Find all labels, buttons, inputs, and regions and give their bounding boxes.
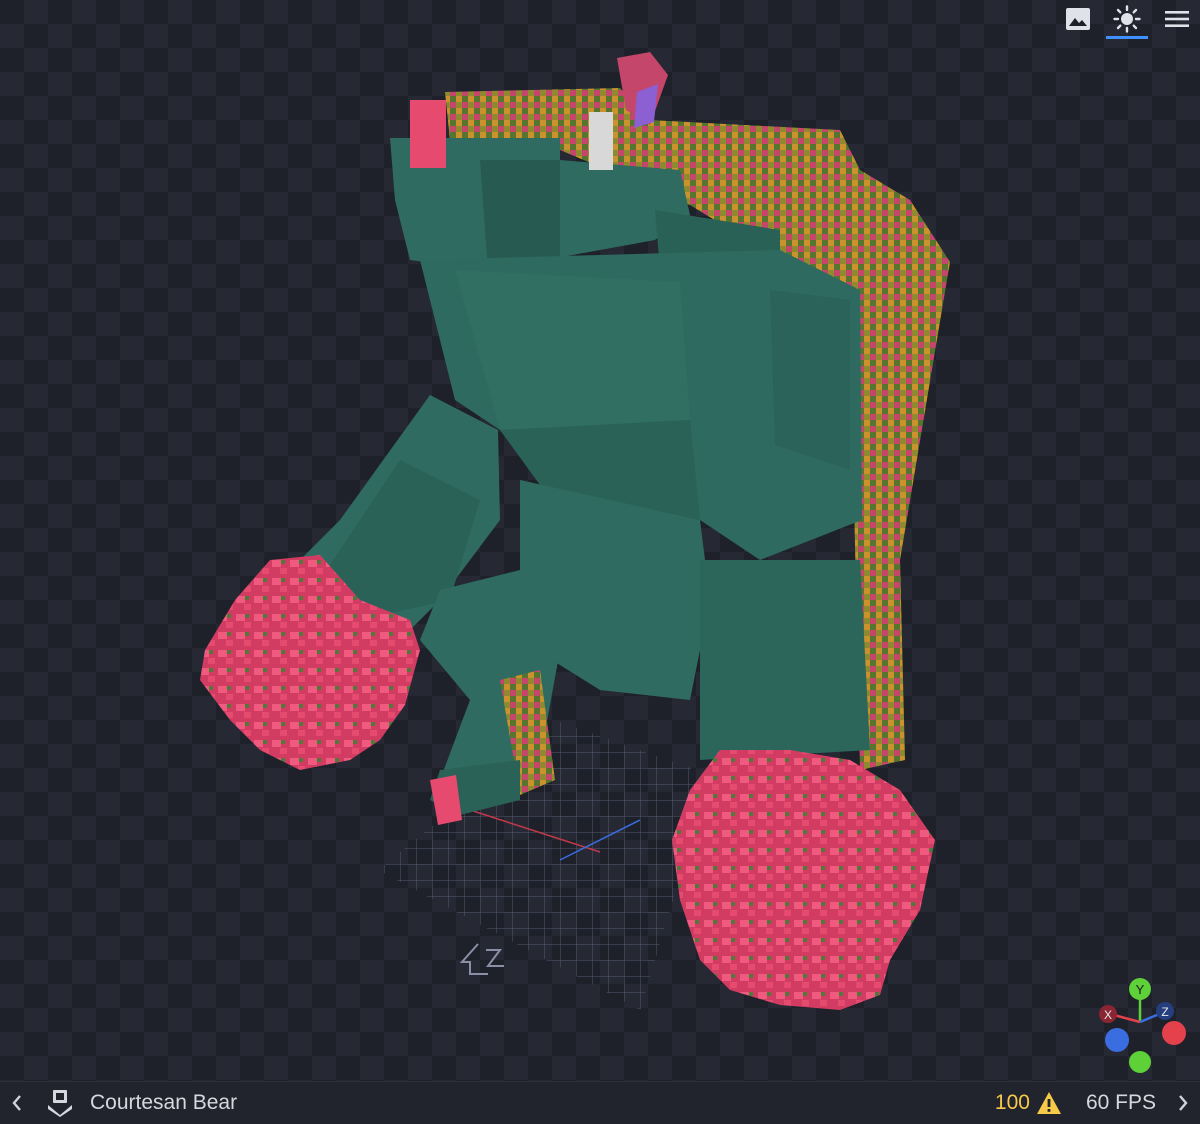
menu-button[interactable]: [1160, 4, 1194, 34]
model-format-icon: [40, 1082, 80, 1124]
model-render: [200, 52, 950, 1010]
previous-button[interactable]: [0, 1082, 34, 1124]
image-button[interactable]: [1061, 4, 1095, 34]
model-name: Courtesan Bear: [90, 1091, 238, 1114]
warning-count[interactable]: 100: [995, 1091, 1030, 1115]
3d-viewport[interactable]: Y X Z: [0, 0, 1200, 1081]
chevron-left-icon: [12, 1095, 21, 1111]
gizmo-neg-y[interactable]: [1129, 1051, 1151, 1073]
lighting-button[interactable]: [1106, 4, 1148, 39]
orientation-gizmo[interactable]: Y X Z: [1094, 976, 1190, 1076]
right-paw-fur: [672, 750, 935, 1010]
gizmo-z-label: Z: [1161, 1005, 1168, 1019]
image-icon: [1066, 8, 1090, 30]
gizmo-x-label: X: [1104, 1008, 1112, 1022]
gizmo-neg-x[interactable]: [1162, 1021, 1186, 1045]
warning-icon[interactable]: [1036, 1091, 1062, 1115]
chevron-right-icon: [1179, 1095, 1188, 1111]
sun-icon: [1113, 5, 1141, 33]
next-button[interactable]: [1166, 1082, 1200, 1124]
gizmo-y-label: Y: [1136, 982, 1145, 997]
fps-counter: 60 FPS: [1085, 1091, 1156, 1114]
status-bar: Courtesan Bear 100 60 FPS: [0, 1081, 1200, 1124]
menu-icon: [1165, 11, 1189, 27]
gizmo-neg-z[interactable]: [1105, 1028, 1129, 1052]
